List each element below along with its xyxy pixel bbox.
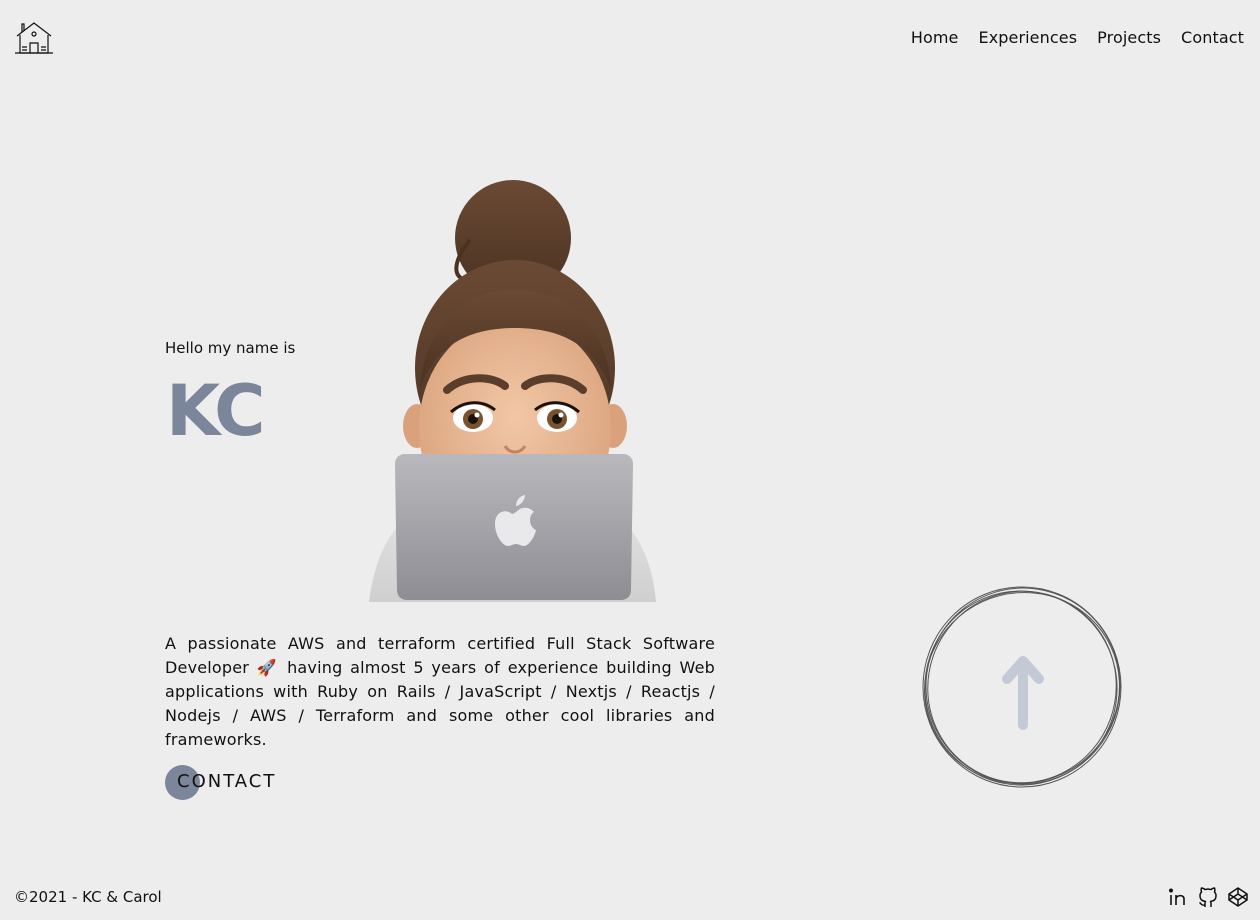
- nav-experiences[interactable]: Experiences: [978, 28, 1077, 47]
- hero-description: A passionate AWS and terraform certified…: [165, 634, 715, 749]
- copyright-text: ©2021 - KC & Carol: [14, 888, 162, 906]
- greeting-text: Hello my name is: [165, 339, 296, 357]
- nav-home[interactable]: Home: [911, 28, 959, 47]
- arrow-up-icon: [1002, 656, 1044, 730]
- nav-projects[interactable]: Projects: [1097, 28, 1161, 47]
- main-nav: Home Experiences Projects Contact: [911, 28, 1244, 47]
- nav-contact[interactable]: Contact: [1181, 28, 1244, 47]
- codepen-icon: [1228, 887, 1248, 907]
- scroll-top-button[interactable]: [920, 585, 1125, 790]
- linkedin-link[interactable]: [1168, 886, 1188, 908]
- memoji-laptop-avatar: [369, 180, 656, 602]
- house-icon[interactable]: [14, 20, 54, 56]
- contact-button[interactable]: CONTACT: [165, 764, 295, 800]
- linkedin-icon: [1168, 888, 1185, 905]
- contact-button-label: CONTACT: [177, 771, 277, 792]
- hero-name: KC: [166, 370, 265, 452]
- github-link[interactable]: [1198, 886, 1218, 908]
- social-links: [1168, 886, 1248, 908]
- github-icon: [1199, 887, 1217, 907]
- codepen-link[interactable]: [1228, 886, 1248, 908]
